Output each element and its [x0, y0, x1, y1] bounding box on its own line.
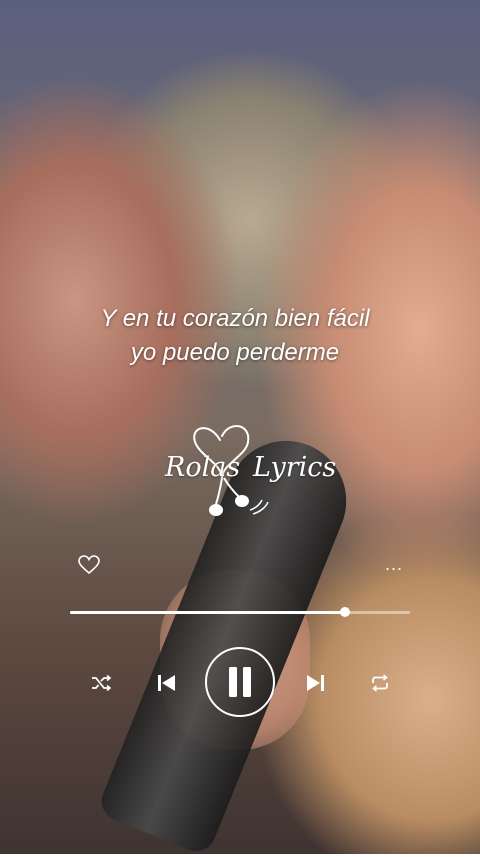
next-button[interactable]	[302, 669, 330, 697]
repeat-icon	[372, 674, 388, 692]
logo-text-right: Lyrics	[253, 452, 337, 483]
next-icon	[307, 675, 324, 691]
previous-icon	[158, 675, 175, 691]
pause-icon	[229, 667, 251, 697]
progress-fill	[70, 611, 346, 614]
channel-logo: Rolas Lyrics	[160, 412, 336, 527]
like-button[interactable]	[78, 555, 100, 575]
shuffle-button[interactable]	[88, 671, 114, 695]
lyrics-display: Y en tu corazón bien fácil yo puedo perd…	[0, 302, 470, 370]
repeat-button[interactable]	[368, 671, 392, 695]
lyrics-line-1: Y en tu corazón bien fácil	[100, 305, 370, 332]
pause-button[interactable]	[205, 647, 275, 717]
logo-text-left: Rolas	[165, 452, 241, 483]
shuffle-icon	[92, 674, 112, 692]
more-options-button[interactable]: ...	[382, 555, 406, 573]
previous-button[interactable]	[152, 669, 180, 697]
progress-bar[interactable]	[70, 607, 410, 617]
heart-outline-icon	[78, 555, 100, 575]
lyrics-line-2: yo puedo perderme	[130, 339, 340, 366]
